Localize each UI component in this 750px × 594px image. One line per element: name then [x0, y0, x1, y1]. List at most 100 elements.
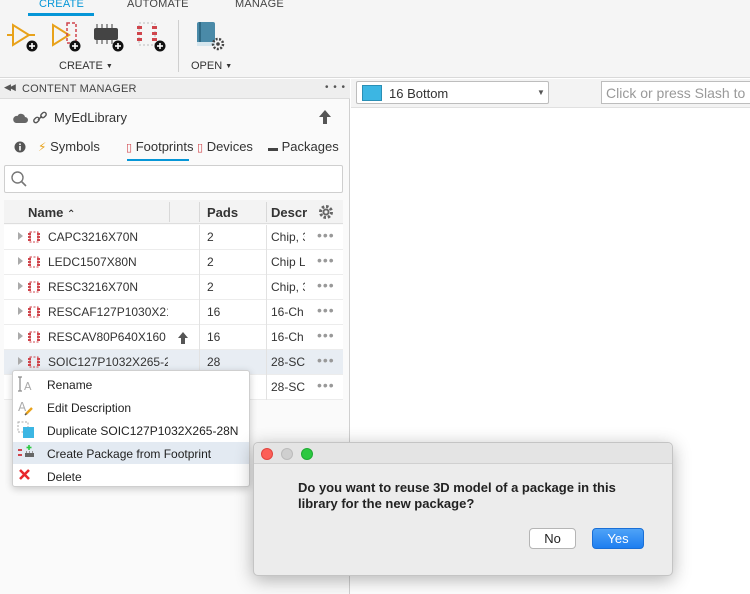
dialog-titlebar: [254, 443, 672, 464]
table-row[interactable]: RESCAV80P640X160 16 16-Ch •••: [4, 325, 343, 350]
footprint-icon: [28, 356, 40, 368]
svg-text:A: A: [24, 380, 32, 393]
row-name: RESCAF127P1030X21: [48, 305, 168, 319]
new-symbol-button[interactable]: [5, 20, 39, 52]
active-type-indicator: [127, 159, 189, 161]
new-footprint-symbol-button[interactable]: [47, 20, 81, 52]
column-name-header[interactable]: Name ⌃: [28, 205, 75, 220]
row-more-icon[interactable]: •••: [317, 302, 335, 318]
row-pads: 2: [207, 230, 214, 244]
footprint-icon: [28, 231, 40, 243]
caret-down-icon: ▼: [105, 63, 113, 70]
row-more-icon[interactable]: •••: [317, 352, 335, 368]
cell-divider: [266, 325, 267, 350]
tab-automate[interactable]: AUTOMATE: [127, 0, 189, 10]
menu-item-label: Rename: [47, 378, 93, 392]
tab-footprints[interactable]: ▯ Footprints: [126, 139, 194, 154]
tab-symbols-label: Symbols: [50, 139, 100, 154]
collapse-panel-icon[interactable]: ◀◀: [4, 82, 16, 93]
create-group-label: CREATE: [59, 60, 103, 72]
cell-divider: [199, 300, 200, 325]
panel-menu-icon[interactable]: • • •: [325, 82, 346, 93]
ribbon-divider: [178, 20, 179, 72]
column-separator[interactable]: [169, 202, 170, 222]
caret-down-icon: ▼: [225, 63, 233, 70]
create-group-menu[interactable]: CREATE ▼: [59, 60, 113, 72]
column-separator[interactable]: [199, 202, 200, 222]
expand-arrow-icon[interactable]: [18, 332, 23, 340]
dialog-message: Do you want to reuse 3D model of a packa…: [298, 480, 616, 511]
row-name: RESC3216X70N: [48, 280, 139, 294]
no-button[interactable]: No: [529, 528, 576, 549]
tab-footprints-label: Footprints: [135, 139, 194, 154]
layer-dropdown[interactable]: 16 Bottom ▼: [356, 81, 549, 104]
table-row[interactable]: RESCAF127P1030X21 16 16-Ch •••: [4, 300, 343, 325]
menu-item-delete[interactable]: Delete: [13, 465, 249, 487]
panel-header: ◀◀ CONTENT MANAGER • • •: [0, 79, 350, 99]
row-more-icon[interactable]: •••: [317, 377, 335, 393]
gear-icon[interactable]: [317, 203, 335, 221]
yes-button[interactable]: Yes: [592, 528, 644, 549]
new-package-button[interactable]: [91, 20, 125, 52]
tab-devices[interactable]: ▯ Devices: [197, 139, 253, 154]
cell-divider: [266, 300, 267, 325]
new-footprint-icon: [137, 22, 166, 52]
menu-item-rename[interactable]: A Rename: [13, 373, 249, 395]
cell-divider: [199, 250, 200, 275]
row-more-icon[interactable]: •••: [317, 252, 335, 268]
table-row[interactable]: CAPC3216X70N 2 Chip, 3 •••: [4, 225, 343, 250]
row-name: RESCAV80P640X160: [48, 330, 166, 344]
symbol-icon: ⚡: [38, 140, 47, 154]
zoom-window-button[interactable]: [301, 448, 313, 460]
row-pads: 28: [207, 355, 221, 369]
row-more-icon[interactable]: •••: [317, 277, 335, 293]
new-package-icon: [94, 24, 124, 52]
canvas-toolbar: 16 Bottom ▼ Click or press Slash to: [351, 79, 750, 108]
new-symbol-icon: [7, 23, 38, 52]
info-icon[interactable]: [14, 141, 26, 153]
row-pads: 2: [207, 280, 214, 294]
column-separator[interactable]: [266, 202, 267, 222]
link-icon: [33, 111, 47, 124]
type-tabs: ⚡ Symbols ▯ Footprints ▯ Devices ▬ Packa…: [10, 136, 344, 158]
menu-item-duplicate[interactable]: Duplicate SOIC127P1032X265-28N: [13, 419, 249, 441]
row-name: LEDC1507X80N: [48, 255, 137, 269]
open-group-menu[interactable]: OPEN ▼: [191, 60, 232, 72]
menu-item-label: Delete: [47, 470, 82, 484]
search-input[interactable]: [4, 165, 343, 193]
minimize-window-button: [281, 448, 293, 460]
edit-description-icon: A: [18, 400, 33, 416]
panel-title: CONTENT MANAGER: [22, 83, 137, 95]
close-window-button[interactable]: [261, 448, 273, 460]
command-search-input[interactable]: Click or press Slash to: [601, 81, 750, 104]
package-icon: ▬: [268, 143, 278, 154]
column-pads-header[interactable]: Pads: [207, 205, 238, 220]
tab-symbols[interactable]: ⚡ Symbols: [38, 139, 100, 154]
tab-create[interactable]: CREATE: [39, 0, 84, 10]
column-desc-header[interactable]: Descr: [271, 205, 307, 220]
expand-arrow-icon[interactable]: [18, 232, 23, 240]
new-footprint-button[interactable]: [134, 20, 168, 52]
create-package-icon: [18, 445, 34, 457]
open-button[interactable]: [193, 20, 227, 52]
upload-icon[interactable]: [318, 109, 332, 125]
table-row[interactable]: LEDC1507X80N 2 Chip L •••: [4, 250, 343, 275]
menu-item-edit-description[interactable]: A Edit Description: [13, 396, 249, 418]
library-book-icon: [197, 22, 225, 51]
expand-arrow-icon[interactable]: [18, 357, 23, 365]
new-component-icon: [52, 22, 81, 52]
device-icon: ▯: [197, 142, 204, 154]
expand-arrow-icon[interactable]: [18, 307, 23, 315]
reuse-3d-model-dialog: Do you want to reuse 3D model of a packa…: [253, 442, 673, 576]
cell-divider: [266, 250, 267, 275]
tab-packages[interactable]: ▬ Packages: [268, 139, 339, 154]
upload-icon[interactable]: [177, 331, 189, 345]
open-group-label: OPEN: [191, 60, 223, 72]
table-row[interactable]: RESC3216X70N 2 Chip, 3 •••: [4, 275, 343, 300]
tab-manage[interactable]: MANAGE: [235, 0, 284, 10]
menu-item-create-package[interactable]: Create Package from Footprint: [13, 442, 249, 464]
expand-arrow-icon[interactable]: [18, 257, 23, 265]
expand-arrow-icon[interactable]: [18, 282, 23, 290]
row-more-icon[interactable]: •••: [317, 227, 335, 243]
row-more-icon[interactable]: •••: [317, 327, 335, 343]
